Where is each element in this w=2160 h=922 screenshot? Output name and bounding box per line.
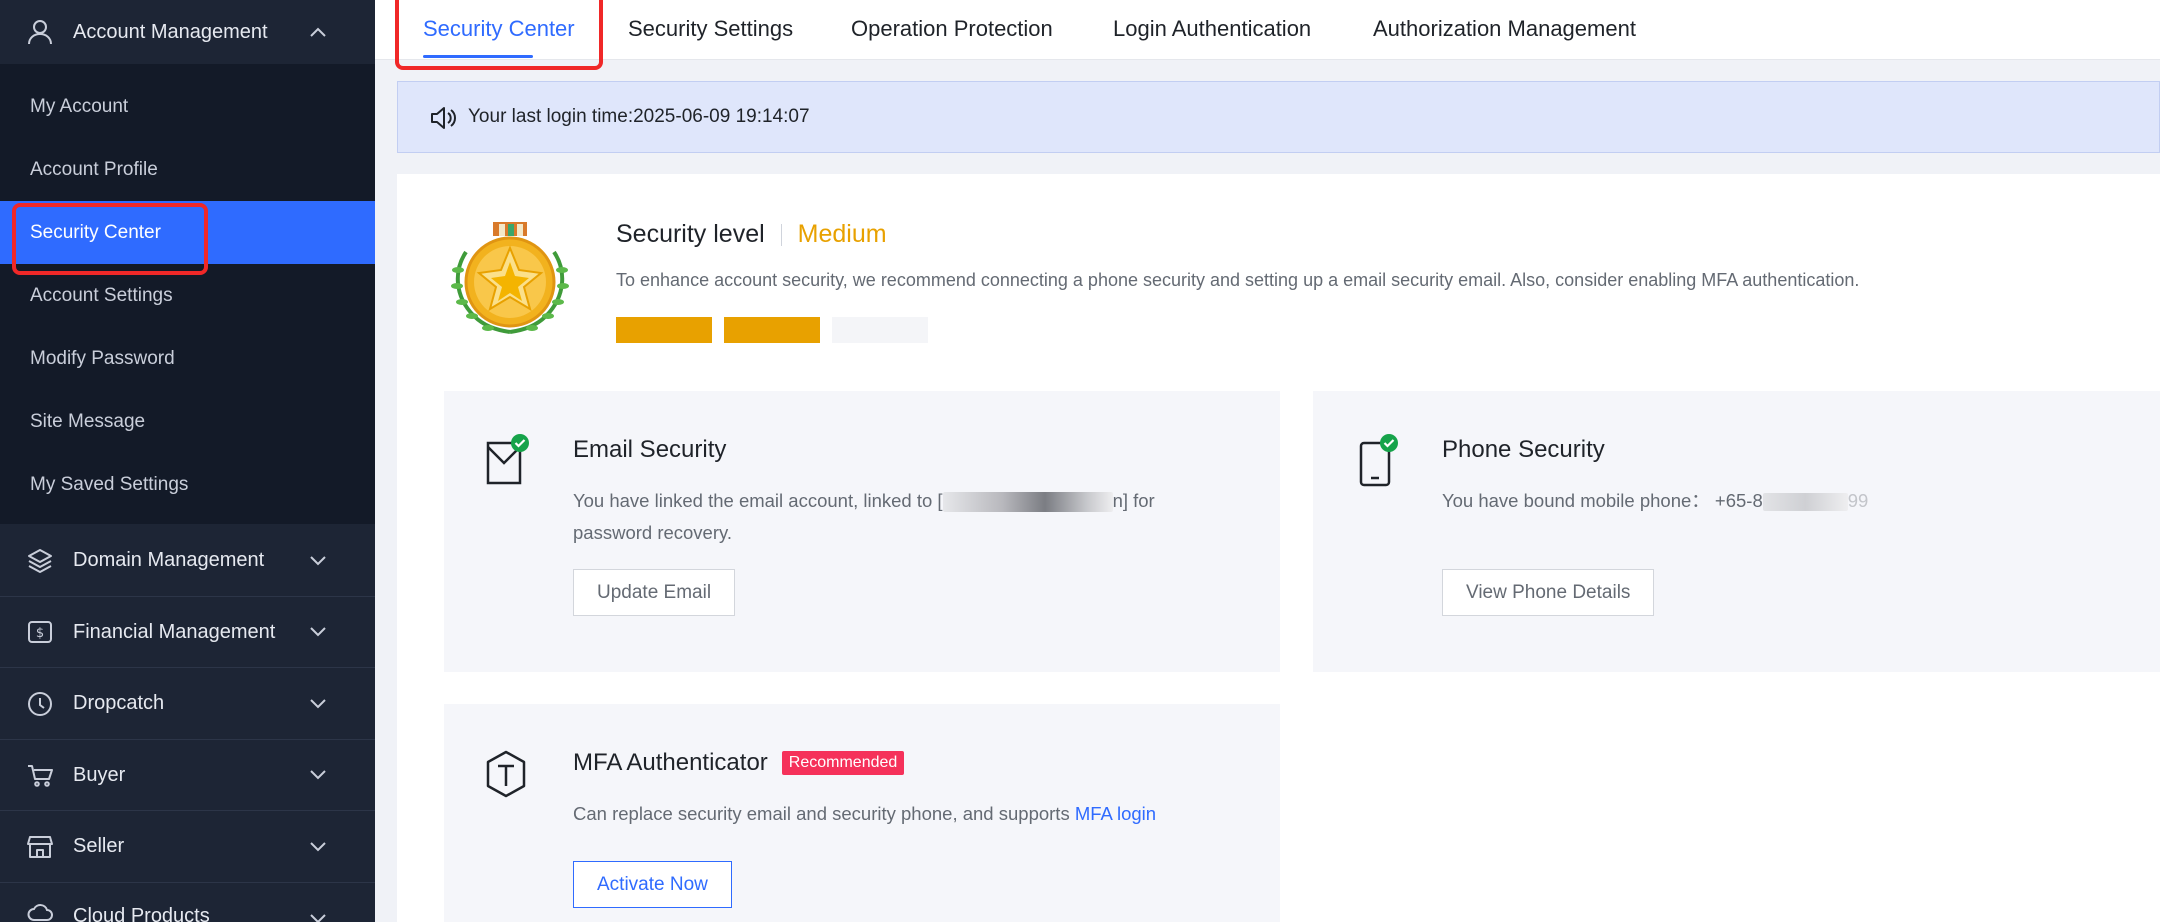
sidebar-group-dropcatch[interactable]: Dropcatch xyxy=(0,668,375,739)
phone-security-title: Phone Security xyxy=(1442,436,1605,463)
sidebar-item-account-profile[interactable]: Account Profile xyxy=(0,138,375,201)
mfa-title: MFA Authenticator xyxy=(573,749,768,776)
sidebar: Account Management My Account Account Pr… xyxy=(0,0,375,922)
cloud-icon xyxy=(25,897,55,922)
tab-security-center[interactable]: Security Center xyxy=(423,0,575,58)
masked-email xyxy=(942,492,1113,513)
email-desc-tail: n] for xyxy=(1112,490,1155,511)
email-verified-icon xyxy=(486,434,529,485)
sidebar-group-label: Buyer xyxy=(73,763,126,786)
chevron-down-icon xyxy=(306,549,330,573)
sidebar-group-label: Account Management xyxy=(73,20,268,43)
mfa-desc-text: Can replace security email and security … xyxy=(573,803,1075,824)
sidebar-item-my-saved-settings[interactable]: My Saved Settings xyxy=(0,453,375,516)
security-level-bar-2 xyxy=(724,317,820,343)
sidebar-group-cloud-products[interactable]: Cloud Products xyxy=(0,883,375,922)
user-icon xyxy=(25,17,55,47)
sidebar-item-modify-password[interactable]: Modify Password xyxy=(0,327,375,390)
chevron-down-icon xyxy=(306,835,330,859)
security-level-bar-3 xyxy=(832,317,928,343)
sidebar-group-seller[interactable]: Seller xyxy=(0,811,375,882)
dollar-icon: $ xyxy=(25,617,55,647)
svg-text:$: $ xyxy=(36,626,44,641)
tab-authorization-management[interactable]: Authorization Management xyxy=(1373,0,1636,58)
sidebar-group-label: Financial Management xyxy=(73,620,276,643)
store-icon xyxy=(25,832,55,862)
phone-desc-tail: 99 xyxy=(1847,490,1869,511)
email-desc-line2: password recovery. xyxy=(573,522,733,543)
security-medal-icon xyxy=(451,222,569,334)
mfa-authenticator-card: MFA Authenticator Recommended Can replac… xyxy=(444,704,1280,922)
sidebar-item-account-settings[interactable]: Account Settings xyxy=(0,264,375,327)
account-submenu: My Account Account Profile Security Cent… xyxy=(0,64,375,524)
sidebar-group-label: Dropcatch xyxy=(73,692,165,714)
top-tabbar: Security Center Security Settings Operat… xyxy=(375,0,2160,60)
tab-operation-protection[interactable]: Operation Protection xyxy=(851,0,1053,58)
email-security-title: Email Security xyxy=(573,436,727,463)
sidebar-group-label: Cloud Products xyxy=(73,905,210,922)
email-security-card: Email Security You have linked the email… xyxy=(444,391,1280,672)
last-login-text: Your last login time:2025-06-09 19:14:07 xyxy=(468,106,810,127)
sidebar-group-label: Domain Management xyxy=(73,549,265,571)
recommended-badge: Recommended xyxy=(781,751,905,775)
mfa-desc: Can replace security email and security … xyxy=(573,798,1156,830)
masked-phone xyxy=(1762,493,1848,512)
sidebar-group-domain-management[interactable]: Domain Management xyxy=(0,525,375,596)
security-level-label: Security level xyxy=(616,220,765,248)
clock-icon xyxy=(25,689,55,719)
mfa-shield-icon xyxy=(486,750,526,798)
email-desc-text: You have linked the email account, linke… xyxy=(573,490,943,511)
layers-icon xyxy=(25,546,55,576)
sidebar-group-buyer[interactable]: Buyer xyxy=(0,740,375,810)
phone-security-desc: You have bound mobile phone： +65-8 99 xyxy=(1442,485,1868,517)
update-email-button[interactable]: Update Email xyxy=(573,569,736,616)
title-separator xyxy=(780,223,782,246)
security-level-bar-1 xyxy=(616,317,712,343)
activate-now-button[interactable]: Activate Now xyxy=(573,861,732,908)
phone-desc-text: You have bound mobile phone： +65-8 xyxy=(1442,490,1763,511)
sidebar-group-label: Seller xyxy=(73,835,125,857)
sidebar-group-financial-management[interactable]: $ Financial Management xyxy=(0,597,375,667)
sidebar-item-security-center[interactable]: Security Center xyxy=(0,201,375,264)
tab-security-settings[interactable]: Security Settings xyxy=(628,0,793,58)
sidebar-item-site-message[interactable]: Site Message xyxy=(0,390,375,453)
chevron-down-icon xyxy=(306,692,330,716)
tab-login-authentication[interactable]: Login Authentication xyxy=(1113,0,1311,58)
phone-verified-icon xyxy=(1359,434,1398,487)
security-recommendation: To enhance account security, we recommen… xyxy=(616,270,1860,290)
cart-icon xyxy=(25,760,55,790)
chevron-up-icon xyxy=(306,20,330,44)
security-level-value: Medium xyxy=(797,220,887,248)
sidebar-item-my-account[interactable]: My Account xyxy=(0,75,375,138)
last-login-notice: Your last login time:2025-06-09 19:14:07 xyxy=(397,81,2160,153)
mfa-title-row: MFA Authenticator Recommended xyxy=(573,749,905,777)
active-tab-indicator xyxy=(423,55,533,58)
mfa-login-link[interactable]: MFA login xyxy=(1075,803,1156,824)
chevron-down-icon xyxy=(306,907,330,922)
security-center-card: Security level Medium To enhance account… xyxy=(397,174,2160,922)
sidebar-group-account-management[interactable]: Account Management xyxy=(0,0,375,64)
chevron-down-icon xyxy=(306,763,330,787)
speaker-icon xyxy=(431,107,456,129)
chevron-down-icon xyxy=(306,620,330,644)
phone-security-card: Phone Security You have bound mobile pho… xyxy=(1313,391,2160,672)
email-security-desc: You have linked the email account, linke… xyxy=(573,485,1155,549)
security-level-title: Security level Medium xyxy=(616,220,887,249)
view-phone-details-button[interactable]: View Phone Details xyxy=(1442,569,1655,616)
